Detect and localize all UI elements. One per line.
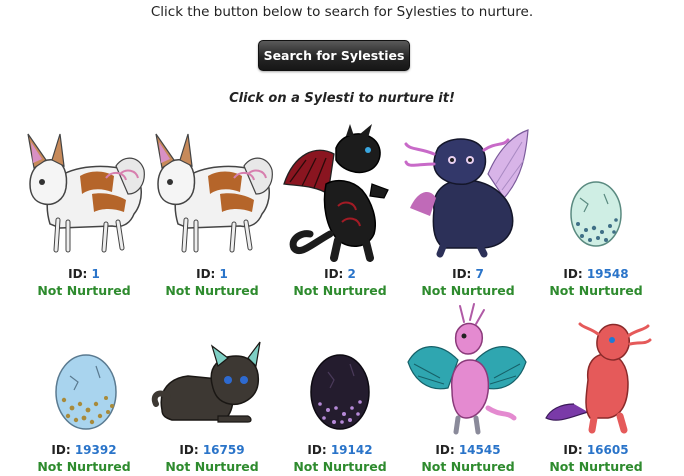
sylesti-id-link[interactable]: 19142 [331, 443, 373, 457]
search-sylesties-button[interactable]: Search for Sylesties [258, 40, 410, 71]
nurture-instruction: Click on a Sylesti to nurture it! [229, 91, 455, 106]
nurture-status: Not Nurtured [421, 459, 515, 474]
nurture-status: Not Nurtured [37, 283, 131, 298]
navy-winged-axolotl-sylesti-icon[interactable] [404, 124, 532, 264]
blue-gold-speckled-egg-icon[interactable] [20, 300, 148, 440]
dark-purple-speckled-egg-icon[interactable] [276, 300, 404, 440]
nurture-status: Not Nurtured [165, 459, 259, 474]
id-label: ID: [452, 267, 472, 281]
nurture-status: Not Nurtured [165, 283, 259, 298]
sylesti-id-line: ID: 16605 [532, 443, 660, 457]
intro-text: Click the button below to search for Syl… [150, 4, 534, 20]
black-red-dragon-sylesti-icon[interactable] [276, 124, 404, 264]
sylesti-id-link[interactable]: 7 [476, 267, 484, 281]
sylesti-id-line: ID: 1 [148, 267, 276, 281]
sylesti-id-link[interactable]: 19548 [587, 267, 629, 281]
nurture-status: Not Nurtured [293, 459, 387, 474]
sylesti-card[interactable]: ID: 7 Not Nurtured [404, 124, 532, 300]
sylesti-card[interactable]: ID: 16759 Not Nurtured [148, 300, 276, 476]
id-label: ID: [51, 443, 71, 457]
dark-cat-sylesti-icon[interactable] [148, 300, 276, 440]
nurture-status: Not Nurtured [37, 459, 131, 474]
brown-white-fox-sylesti-icon[interactable] [20, 124, 148, 264]
id-label: ID: [435, 443, 455, 457]
id-label: ID: [179, 443, 199, 457]
sylesti-id-line: ID: 1 [20, 267, 148, 281]
sylesti-card[interactable]: ID: 19142 Not Nurtured [276, 300, 404, 476]
sylesti-card[interactable]: ID: 19392 Not Nurtured [20, 300, 148, 476]
nurture-status: Not Nurtured [549, 459, 643, 474]
id-label: ID: [563, 443, 583, 457]
sylesti-id-link[interactable]: 19392 [75, 443, 117, 457]
sylesti-card[interactable]: ID: 1 Not Nurtured [148, 124, 276, 300]
id-label: ID: [307, 443, 327, 457]
id-label: ID: [563, 267, 583, 281]
sylesti-card[interactable]: ID: 14545 Not Nurtured [404, 300, 532, 476]
sylesti-id-link[interactable]: 1 [220, 267, 228, 281]
sylesti-id-line: ID: 19142 [276, 443, 404, 457]
nurture-status: Not Nurtured [549, 283, 643, 298]
mint-speckled-egg-icon[interactable] [532, 124, 660, 264]
sylesti-row: ID: 19392 Not Nurtured ID: 16759 Not Nur… [20, 300, 660, 476]
id-label: ID: [196, 267, 216, 281]
nurture-status: Not Nurtured [293, 283, 387, 298]
sylesti-card[interactable]: ID: 2 Not Nurtured [276, 124, 404, 300]
sylesti-row: ID: 1 Not Nurtured ID: 1 Not Nurtured ID… [20, 124, 660, 300]
sylesti-card[interactable]: ID: 16605 Not Nurtured [532, 300, 660, 476]
brown-white-fox-sylesti-icon[interactable] [148, 124, 276, 264]
sylesti-id-line: ID: 19548 [532, 267, 660, 281]
sylesti-id-link[interactable]: 2 [348, 267, 356, 281]
id-label: ID: [324, 267, 344, 281]
nurture-status: Not Nurtured [421, 283, 515, 298]
sylesti-card[interactable]: ID: 19548 Not Nurtured [532, 124, 660, 300]
sylesti-id-line: ID: 7 [404, 267, 532, 281]
sylesti-grid: ID: 1 Not Nurtured ID: 1 Not Nurtured ID… [20, 124, 660, 476]
sylesti-id-line: ID: 14545 [404, 443, 532, 457]
sylesti-id-link[interactable]: 14545 [459, 443, 501, 457]
sylesti-id-line: ID: 2 [276, 267, 404, 281]
red-sea-dragon-sylesti-icon[interactable] [532, 300, 660, 440]
sylesti-id-line: ID: 19392 [20, 443, 148, 457]
pink-teal-winged-sylesti-icon[interactable] [404, 300, 532, 440]
sylesti-id-line: ID: 16759 [148, 443, 276, 457]
sylesti-id-link[interactable]: 16759 [203, 443, 245, 457]
sylesti-card[interactable]: ID: 1 Not Nurtured [20, 124, 148, 300]
sylesti-id-link[interactable]: 16605 [587, 443, 629, 457]
sylesti-id-link[interactable]: 1 [92, 267, 100, 281]
id-label: ID: [68, 267, 88, 281]
